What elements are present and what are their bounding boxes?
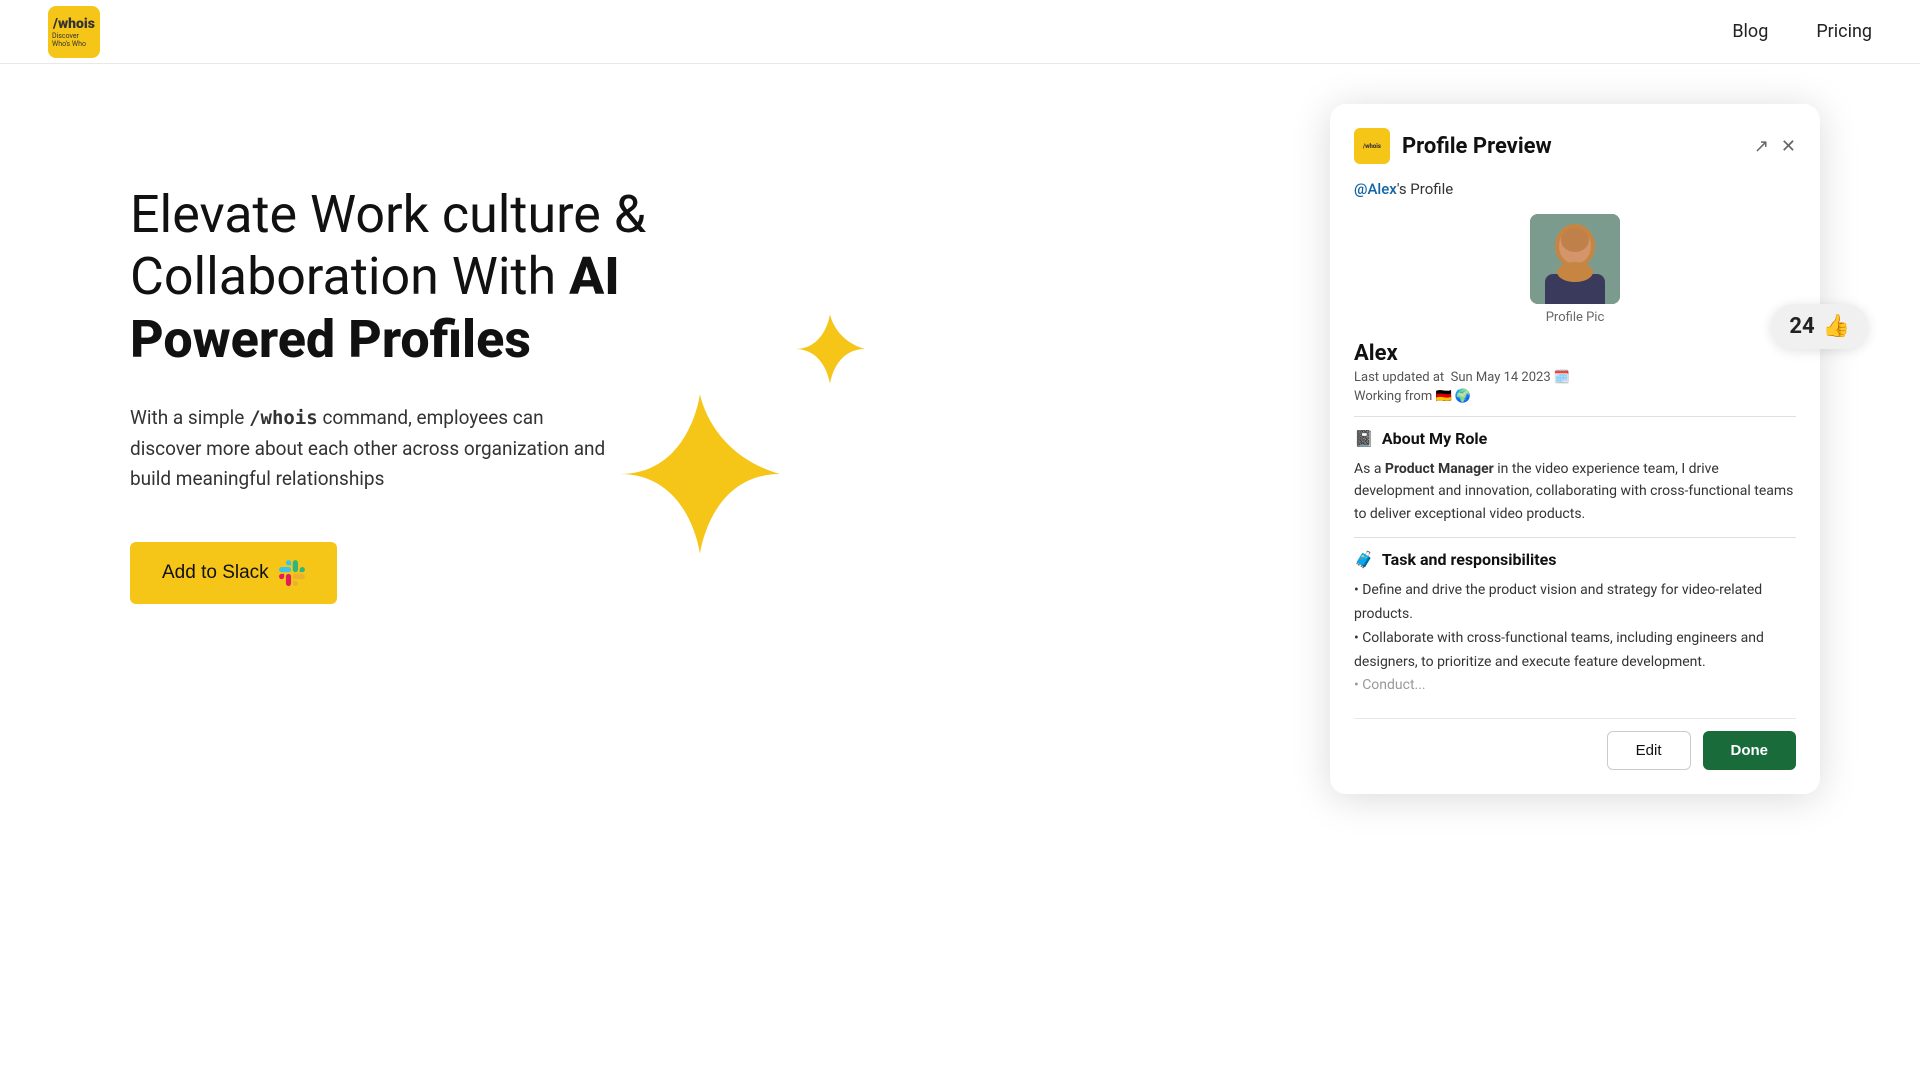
add-to-slack-button[interactable]: Add to Slack (130, 542, 337, 604)
header: /whois Discover Who's Who Blog Pricing (0, 0, 1920, 64)
about-role-header: 📓 About My Role (1354, 429, 1796, 448)
working-from: Working from 🇩🇪 🌍 (1354, 389, 1796, 417)
card-header-icons: ↗ ✕ (1754, 136, 1796, 157)
slack-icon (279, 560, 305, 586)
card-logo: /whois (1354, 128, 1390, 164)
nav-blog[interactable]: Blog (1732, 21, 1768, 42)
hero-section: Elevate Work culture & Collaboration Wit… (0, 64, 1920, 1080)
avatar (1530, 214, 1620, 304)
card-footer: Edit Done (1354, 718, 1796, 770)
sparkle-small-icon (795, 314, 865, 384)
thumbs-badge: 24 👍 (1771, 304, 1868, 349)
task-item-1: • Define and drive the product vision an… (1354, 579, 1796, 627)
last-updated: Last updated at Sun May 14 2023 🗓️ (1354, 370, 1796, 385)
nav: Blog Pricing (1732, 21, 1872, 42)
avatar-image (1530, 214, 1620, 304)
nav-pricing[interactable]: Pricing (1816, 21, 1872, 42)
hero-content: Elevate Work culture & Collaboration Wit… (130, 144, 646, 1080)
logo-container[interactable]: /whois Discover Who's Who (48, 6, 100, 58)
sparkle-large-icon (620, 394, 780, 554)
external-link-icon[interactable]: ↗ (1754, 136, 1769, 157)
avatar-svg (1530, 214, 1620, 304)
thumbs-count: 24 (1789, 314, 1814, 339)
profile-mention: @Alex's Profile (1354, 180, 1796, 198)
user-name: Alex (1354, 341, 1796, 366)
logo: /whois Discover Who's Who (48, 6, 100, 58)
profile-preview-card: /whois Profile Preview ↗ ✕ @Alex's Profi… (1330, 104, 1820, 794)
profile-pic-section: Profile Pic (1354, 214, 1796, 325)
notebook-icon: 📓 (1354, 429, 1374, 448)
done-button[interactable]: Done (1703, 731, 1797, 770)
tasks-header: 🧳 Task and responsibilites (1354, 550, 1796, 569)
sparkle-decoration (580, 264, 880, 664)
edit-button[interactable]: Edit (1607, 731, 1691, 770)
hero-description: With a simple /whois command, employees … (130, 403, 610, 494)
thumbs-emoji: 👍 (1823, 314, 1850, 339)
close-icon[interactable]: ✕ (1781, 136, 1796, 157)
task-list: • Define and drive the product vision an… (1354, 579, 1796, 698)
card-header-left: /whois Profile Preview (1354, 128, 1552, 164)
task-item-3: • Conduct... (1354, 674, 1796, 698)
profile-pic-label: Profile Pic (1546, 310, 1605, 325)
card-title: Profile Preview (1402, 134, 1552, 159)
about-role-content: As a Product Manager in the video experi… (1354, 458, 1796, 538)
task-item-2: • Collaborate with cross-functional team… (1354, 627, 1796, 675)
hero-title: Elevate Work culture & Collaboration Wit… (130, 184, 646, 371)
briefcase-icon: 🧳 (1354, 550, 1374, 569)
card-header: /whois Profile Preview ↗ ✕ (1354, 128, 1796, 164)
